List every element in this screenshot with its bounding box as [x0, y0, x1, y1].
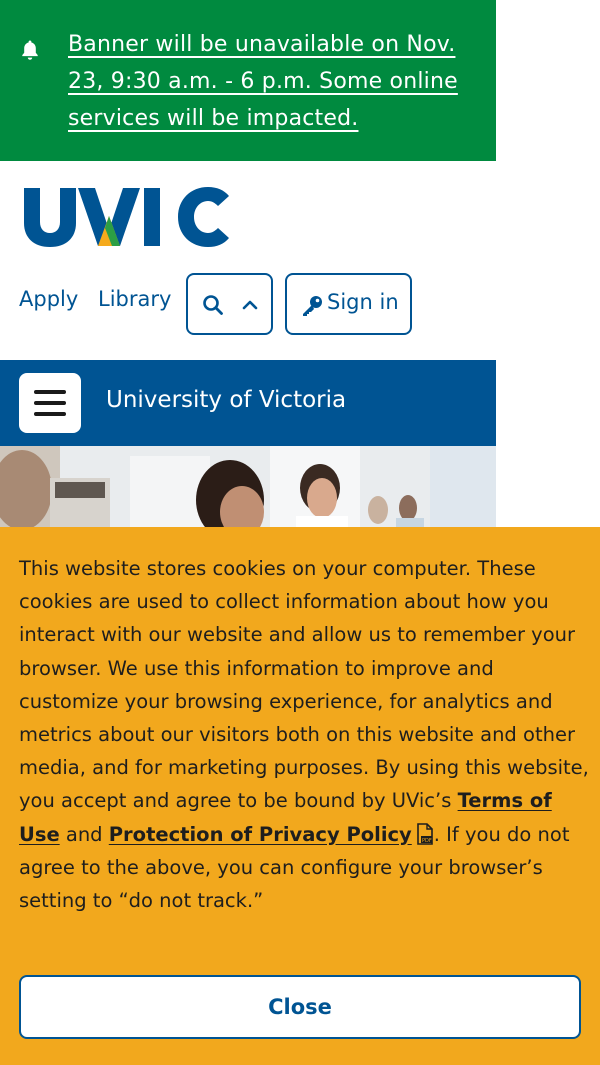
alert-link[interactable]: Banner will be unavailable on Nov. 23, 9… — [68, 26, 488, 137]
library-link[interactable]: Library — [98, 287, 171, 311]
svg-text:PDF: PDF — [422, 838, 432, 844]
search-toggle-button[interactable] — [186, 273, 273, 335]
chevron-up-icon — [242, 300, 258, 310]
alert-banner: Banner will be unavailable on Nov. 23, 9… — [0, 0, 496, 161]
hero-photo — [0, 446, 496, 530]
site-title[interactable]: University of Victoria — [106, 387, 346, 413]
key-icon — [303, 296, 322, 316]
pdf-file-icon: PDF — [416, 822, 433, 845]
sign-in-button[interactable]: Sign in — [285, 273, 412, 335]
privacy-policy-link[interactable]: Protection of Privacy Policy — [109, 823, 412, 846]
hero-image — [0, 446, 496, 530]
bell-icon — [22, 40, 38, 60]
cookie-text: This website stores cookies on your comp… — [19, 552, 594, 917]
close-button[interactable]: Close — [19, 975, 581, 1039]
sign-in-label: Sign in — [327, 290, 399, 314]
cookie-text-intro: This website stores cookies on your comp… — [19, 557, 589, 813]
site-bar: University of Victoria — [0, 360, 496, 446]
uvic-logo[interactable] — [24, 184, 229, 248]
apply-link[interactable]: Apply — [19, 287, 78, 311]
hamburger-menu-icon[interactable] — [19, 373, 81, 433]
cookie-notice: This website stores cookies on your comp… — [0, 527, 600, 1065]
cookie-text-and: and — [59, 822, 109, 846]
search-icon — [203, 295, 223, 315]
